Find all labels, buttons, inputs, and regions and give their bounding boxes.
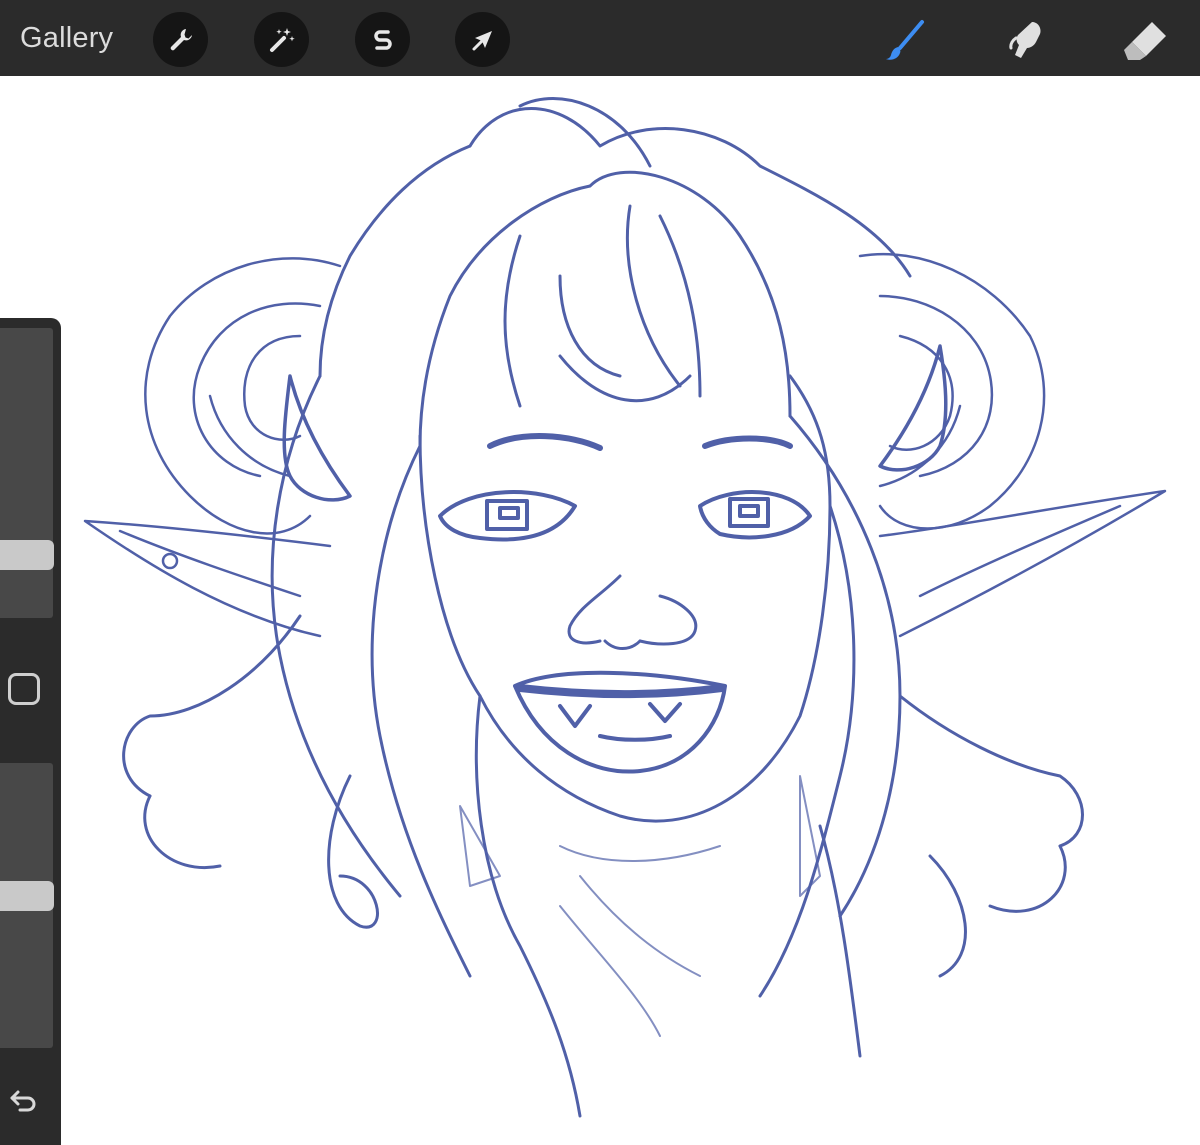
wrench-icon — [170, 28, 192, 50]
brush-size-slider[interactable] — [0, 328, 54, 618]
opacity-thumb[interactable] — [0, 881, 54, 911]
drawing-canvas[interactable] — [0, 76, 1200, 1145]
smudge-finger-icon — [1009, 22, 1041, 58]
smudge-button[interactable] — [998, 12, 1054, 68]
magic-wand-icon — [269, 27, 295, 52]
paint-brush-button[interactable] — [876, 12, 932, 68]
opacity-slider[interactable] — [0, 763, 54, 1048]
adjustments-button[interactable] — [254, 12, 309, 67]
arrow-cursor-icon — [472, 30, 492, 50]
transform-button[interactable] — [455, 12, 510, 67]
left-sidebar — [0, 318, 61, 1145]
undo-button[interactable] — [8, 1086, 42, 1114]
gallery-button[interactable]: Gallery — [20, 18, 113, 58]
top-toolbar: Gallery — [0, 0, 1200, 76]
actions-button[interactable] — [153, 12, 208, 67]
selection-button[interactable] — [355, 12, 410, 67]
selection-s-icon — [373, 29, 392, 50]
brush-icon — [886, 20, 924, 60]
sketch-artwork — [83, 97, 1167, 1118]
eraser-icon — [1124, 22, 1166, 60]
modify-button[interactable] — [8, 673, 40, 705]
eraser-button[interactable] — [1118, 12, 1174, 68]
brush-size-thumb[interactable] — [0, 540, 54, 570]
undo-arrow-icon — [10, 1090, 36, 1112]
